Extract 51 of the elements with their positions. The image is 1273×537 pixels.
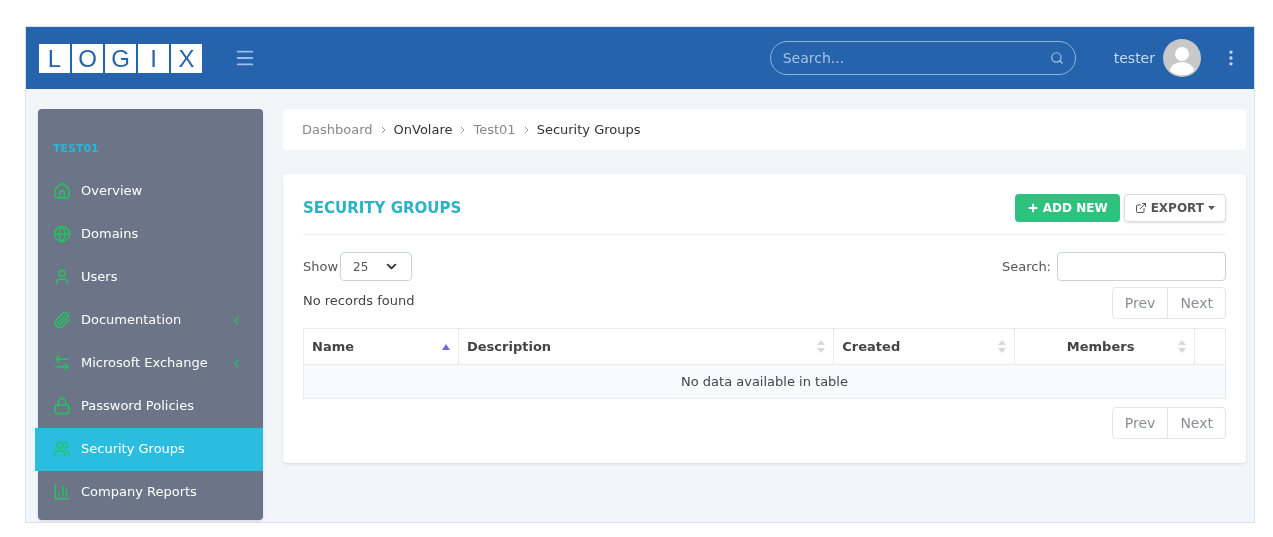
sidebar-item[interactable]: Password Policies	[38, 384, 263, 428]
show-label: Show	[303, 257, 339, 276]
lock-icon	[53, 397, 71, 415]
breadcrumb-link[interactable]: OnVolare	[393, 119, 453, 140]
sort-ascending-icon	[442, 343, 450, 350]
plus-icon	[1026, 202, 1039, 214]
page-size-select[interactable]: 25	[340, 252, 413, 281]
table-search-field[interactable]	[1057, 252, 1226, 281]
arrows-icon	[53, 354, 71, 372]
pager-button[interactable]: Next	[1167, 408, 1225, 438]
chevron-right-icon	[460, 125, 466, 134]
search-field[interactable]: Search...	[769, 41, 1076, 75]
breadcrumb-link[interactable]: Test01	[473, 119, 516, 140]
sidebar-item[interactable]: Overview	[38, 169, 263, 213]
caret-icon	[1208, 206, 1215, 210]
export-button[interactable]: EXPORT	[1123, 194, 1226, 222]
sidebar-item[interactable]: Users	[38, 255, 263, 299]
paperclip-icon	[53, 311, 71, 329]
logo-letter: G	[105, 43, 136, 73]
sort-icon	[997, 340, 1006, 353]
user-name[interactable]: tester	[1113, 48, 1155, 68]
breadcrumb-link[interactable]: Dashboard	[302, 119, 373, 140]
empty-table-message: No data available in table	[303, 364, 1226, 399]
globe-icon	[53, 225, 71, 243]
avatar-icon[interactable]	[1163, 39, 1201, 77]
sidebar-item[interactable]: Microsoft Exchange	[38, 341, 263, 385]
logo-letter: O	[72, 43, 103, 73]
pager-button[interactable]: Next	[1167, 288, 1225, 318]
logo-letter: I	[138, 43, 169, 73]
sidebar-title: TEST01	[52, 141, 100, 157]
sidebar-item[interactable]: Company Reports	[38, 470, 263, 514]
sidebar-item[interactable]: Domains	[38, 212, 263, 256]
logo-letter: X	[171, 43, 202, 73]
house-icon	[53, 182, 71, 200]
chevron-right-icon	[380, 125, 386, 134]
users-icon	[53, 440, 71, 458]
breadcrumb-link[interactable]: Security Groups	[536, 119, 641, 140]
user-icon	[53, 268, 71, 286]
panel-title: SECURITY GROUPS	[303, 197, 462, 219]
search-icon[interactable]	[1049, 51, 1064, 65]
search-label: Search:	[1001, 257, 1051, 276]
chevron-right-icon	[523, 125, 529, 134]
sort-icon	[817, 340, 826, 353]
logo-letter: L	[39, 43, 70, 73]
bar-chart-icon	[53, 483, 71, 501]
pager-button[interactable]: Prev	[1112, 288, 1168, 318]
sort-icon	[1178, 340, 1187, 353]
status-text: No records found	[303, 292, 415, 310]
pager-button[interactable]: Prev	[1112, 408, 1168, 438]
export-icon	[1134, 202, 1147, 214]
sidebar-item[interactable]: Documentation	[38, 298, 263, 342]
